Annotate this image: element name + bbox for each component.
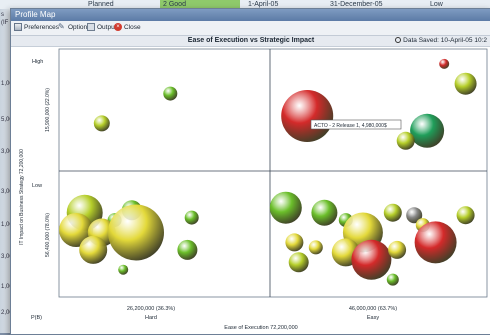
- bubble-15[interactable]: [396, 131, 415, 150]
- data-saved-label: Data Saved: 10-April-05 10:2: [403, 37, 487, 44]
- bubble-33[interactable]: [386, 273, 399, 286]
- bubble-9[interactable]: [79, 235, 108, 264]
- bubble-17[interactable]: [454, 72, 477, 95]
- close-label: Close: [124, 24, 141, 31]
- y-tick-label: 15,900,000 (22.0%): [45, 88, 51, 132]
- output-button[interactable]: Output: [87, 23, 117, 33]
- x-tick-label: 26,200,000 (36.3%): [127, 306, 175, 312]
- chart-header: Ease of Execution vs Strategic Impact Da…: [11, 36, 490, 47]
- y-quadrant-label-low: Low: [32, 183, 42, 189]
- toolbar: Preferences ✎ Options Output × Close: [11, 21, 490, 36]
- x-axis-label: Ease of Execution 72,200,000: [224, 325, 297, 331]
- y-tick-label: 56,400,000 (78.0%): [45, 213, 51, 257]
- y-quadrant-label-high: High: [32, 59, 43, 65]
- footer-label: P(B): [31, 315, 42, 321]
- bubble-2[interactable]: [93, 115, 110, 132]
- bubble-31[interactable]: [388, 240, 407, 259]
- bubble-22[interactable]: [383, 203, 402, 222]
- plot-area: [58, 48, 488, 298]
- x-quadrant-label-easy: Easy: [367, 315, 379, 321]
- bubble-8[interactable]: [108, 204, 164, 261]
- bubble-19[interactable]: [311, 199, 338, 226]
- bubble-13[interactable]: [281, 90, 334, 142]
- bubble-10[interactable]: [184, 210, 199, 225]
- x-tick-label: 46,000,000 (63.7%): [349, 306, 397, 312]
- bubble-chart: High Low 15,900,000 (22.0%) 56,400,000 (…: [11, 47, 490, 334]
- bubble-14[interactable]: [410, 113, 445, 148]
- window-title: Profile Map: [15, 10, 56, 19]
- close-button[interactable]: × Close: [114, 23, 141, 33]
- background-left-text: (IF: [1, 20, 9, 26]
- options-button[interactable]: ✎ Options: [58, 23, 90, 33]
- window-title-bar[interactable]: Profile Map: [11, 9, 490, 21]
- pencil-icon: ✎: [58, 22, 65, 32]
- background-left-column: s (IF 1,00 5,00 3,00 3,00 1,00 3,00 1,00…: [0, 9, 13, 333]
- profile-map-window: Profile Map Preferences ✎ Options Output …: [10, 8, 490, 335]
- bubble-25[interactable]: [414, 221, 457, 264]
- preferences-label: Preferences: [24, 24, 60, 31]
- background-left-text: s: [1, 12, 4, 18]
- x-quadrant-label-hard: Hard: [145, 315, 157, 321]
- bubble-tooltip: ACTO - 2 Release 1, 4,980,000$: [310, 119, 402, 130]
- bubble-32[interactable]: [288, 252, 309, 273]
- output-icon: [87, 23, 95, 32]
- bubble-18[interactable]: [269, 191, 302, 224]
- y-axis-label: IT Impact on Business Strategy 72,200,00…: [19, 149, 25, 245]
- preferences-button[interactable]: Preferences: [14, 23, 59, 33]
- data-saved-status: Data Saved: 10-April-05 10:2: [395, 36, 487, 46]
- clock-icon: [395, 37, 402, 44]
- close-icon: ×: [114, 23, 122, 32]
- bubble-11[interactable]: [177, 239, 198, 260]
- bubble-16[interactable]: [439, 58, 450, 69]
- bubble-1[interactable]: [163, 86, 178, 101]
- bubble-12[interactable]: [118, 264, 129, 275]
- tooltip-text: ACTO - 2 Release 1, 4,980,000$: [314, 123, 387, 129]
- bubble-26[interactable]: [456, 206, 475, 225]
- bubble-28[interactable]: [308, 240, 323, 255]
- bubble-30[interactable]: [351, 239, 392, 280]
- bubble-27[interactable]: [285, 233, 304, 252]
- preferences-icon: [14, 23, 22, 32]
